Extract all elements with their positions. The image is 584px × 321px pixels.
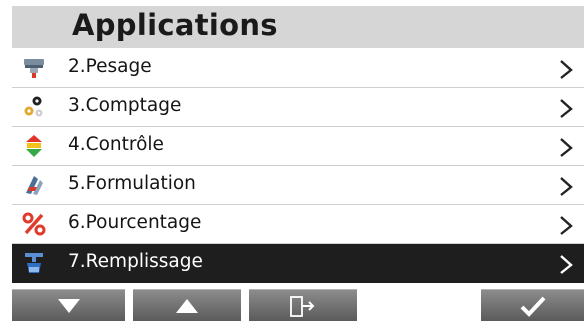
menu-item-remplissage[interactable]: 7.Remplissage: [12, 244, 584, 283]
chevron-right-icon: [558, 136, 574, 158]
formulation-icon: [22, 173, 46, 197]
menu-item-pesage[interactable]: 2.Pesage: [12, 49, 584, 88]
percent-icon: [22, 212, 46, 236]
chevron-right-icon: [558, 97, 574, 119]
left-margin: [0, 0, 12, 321]
chevron-right-icon: [558, 175, 574, 197]
title-bar: Applications: [12, 6, 584, 48]
menu-item-label: 2.Pesage: [68, 56, 152, 77]
arrow-down-icon: [57, 298, 80, 313]
softkey-bar: [12, 289, 584, 321]
page-title: Applications: [72, 8, 278, 42]
menu-item-label: 4.Contrôle: [68, 134, 164, 155]
filling-icon: [22, 251, 46, 275]
up-button[interactable]: [133, 289, 241, 321]
weighing-icon: [22, 56, 46, 80]
check-weighing-icon: [22, 134, 46, 158]
checkmark-icon: [520, 296, 545, 317]
arrow-up-icon: [176, 298, 198, 313]
application-screen: Applications 2.Pesage 3.Comptage 4.Contr…: [0, 0, 584, 321]
confirm-button[interactable]: [481, 289, 584, 321]
menu-item-comptage[interactable]: 3.Comptage: [12, 88, 584, 127]
menu-item-label: 7.Remplissage: [68, 251, 203, 272]
menu-item-pourcentage[interactable]: 6.Pourcentage: [12, 205, 584, 244]
parts-counting-icon: [22, 95, 46, 119]
chevron-right-icon: [558, 214, 574, 236]
chevron-right-icon: [558, 253, 574, 275]
menu-item-formulation[interactable]: 5.Formulation: [12, 166, 584, 205]
menu-item-controle[interactable]: 4.Contrôle: [12, 127, 584, 166]
menu-item-label: 5.Formulation: [68, 173, 196, 194]
chevron-right-icon: [558, 58, 574, 80]
applications-menu: 2.Pesage 3.Comptage 4.Contrôle 5.Formula…: [12, 49, 584, 283]
exit-button[interactable]: [249, 289, 357, 321]
down-button[interactable]: [12, 289, 125, 321]
menu-item-label: 6.Pourcentage: [68, 212, 202, 233]
exit-icon: [290, 295, 315, 317]
menu-item-label: 3.Comptage: [68, 95, 182, 116]
